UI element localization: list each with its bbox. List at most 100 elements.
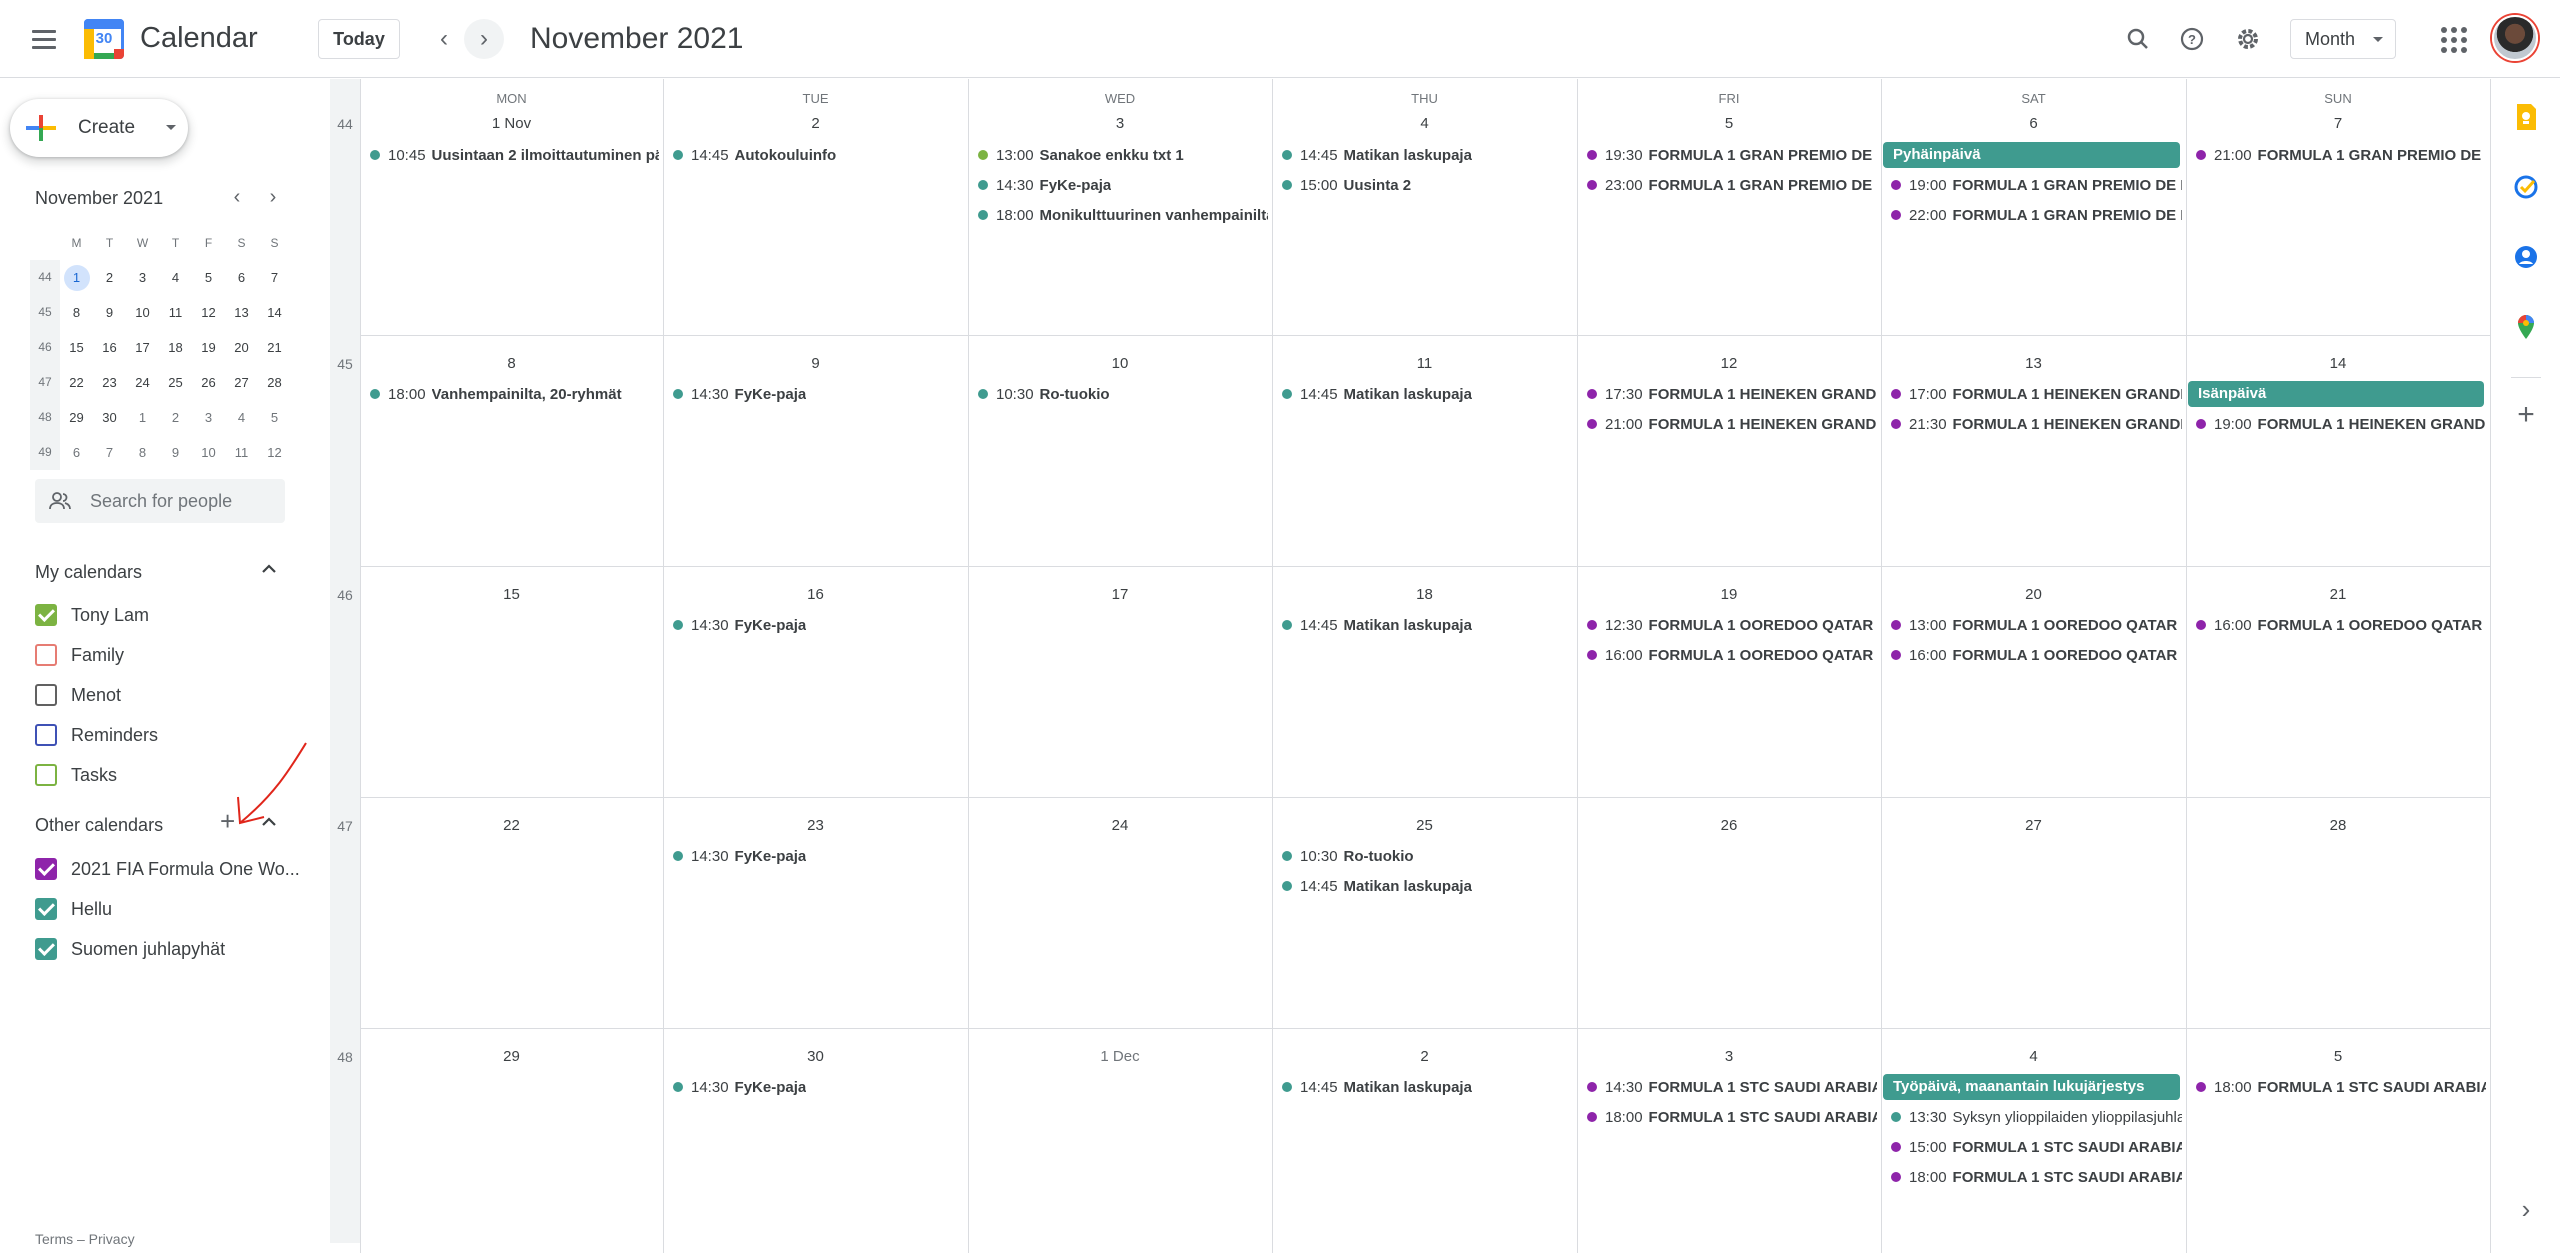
next-month-button[interactable]: › [464, 19, 504, 59]
day-number[interactable]: 4 [1272, 115, 1577, 132]
event-item[interactable]: 17:00 FORMULA 1 HEINEKEN GRANDE PRÊMIO [1891, 381, 2182, 407]
mini-day[interactable]: 26 [192, 375, 225, 390]
app-title[interactable]: Calendar [140, 22, 258, 55]
mini-day[interactable]: 8 [60, 305, 93, 320]
mini-day[interactable]: 15 [60, 340, 93, 355]
mini-day[interactable]: 3 [126, 270, 159, 285]
search-people-input[interactable]: Search for people [35, 479, 285, 523]
event-item[interactable]: 16:00 FORMULA 1 OOREDOO QATAR GRAND PRIX [2196, 612, 2486, 638]
mini-week-number[interactable]: 48 [30, 400, 60, 435]
mini-day[interactable]: 2 [159, 410, 192, 425]
mini-week-number[interactable]: 49 [30, 435, 60, 470]
calendar-item[interactable]: Hellu [35, 895, 112, 923]
chevron-up-icon[interactable] [260, 560, 278, 583]
mini-day[interactable]: 10 [192, 445, 225, 460]
day-number[interactable]: 13 [1881, 355, 2186, 372]
week-number[interactable]: 46 [330, 587, 360, 603]
prev-month-button[interactable]: ‹ [424, 19, 464, 59]
my-calendars-title[interactable]: My calendars [35, 562, 142, 583]
day-number[interactable]: 23 [663, 817, 968, 834]
mini-day[interactable]: 21 [258, 340, 291, 355]
today-button[interactable]: Today [318, 19, 400, 59]
expand-panel-icon[interactable]: › [2508, 1191, 2544, 1227]
menu-icon[interactable] [24, 19, 64, 59]
event-item[interactable]: 14:30 FyKe-paja [673, 843, 964, 869]
day-number[interactable]: 6 [1881, 115, 2186, 132]
mini-day[interactable]: 3 [192, 410, 225, 425]
calendar-item[interactable]: Suomen juhlapyhät [35, 935, 225, 963]
event-item[interactable]: 19:00 FORMULA 1 GRAN PREMIO DE LA CIUDAD [1891, 172, 2182, 198]
event-item[interactable]: 18:00 FORMULA 1 STC SAUDI ARABIAN GRAND P… [1587, 1104, 1877, 1130]
help-icon[interactable]: ? [2172, 19, 2212, 59]
day-number[interactable]: 27 [1881, 817, 2186, 834]
apps-icon[interactable] [2437, 23, 2469, 55]
event-item[interactable]: 14:45 Matikan laskupaja [1282, 142, 1573, 168]
event-item[interactable]: 14:30 FyKe-paja [673, 612, 964, 638]
avatar[interactable] [2492, 15, 2538, 61]
event-item[interactable]: 21:00 FORMULA 1 GRAN PREMIO DE LA CIUDAD [2196, 142, 2486, 168]
mini-day[interactable]: 2 [93, 270, 126, 285]
event-item[interactable]: 22:00 FORMULA 1 GRAN PREMIO DE LA CIUDAD [1891, 202, 2182, 228]
event-item[interactable]: 14:30 FyKe-paja [673, 381, 964, 407]
calendar-checkbox[interactable] [35, 764, 57, 786]
mini-day[interactable]: 1 [126, 410, 159, 425]
day-number[interactable]: 26 [1577, 817, 1881, 834]
day-number[interactable]: 12 [1577, 355, 1881, 372]
mini-week-number[interactable]: 45 [30, 295, 60, 330]
calendar-item[interactable]: Tasks [35, 761, 117, 789]
day-number[interactable]: 1 Dec [968, 1048, 1272, 1065]
calendar-item[interactable]: Menot [35, 681, 121, 709]
maps-icon[interactable] [2508, 309, 2544, 345]
day-number[interactable]: 3 [968, 115, 1272, 132]
day-number[interactable]: 5 [1577, 115, 1881, 132]
mini-day[interactable]: 9 [93, 305, 126, 320]
event-item[interactable]: 14:30 FORMULA 1 STC SAUDI ARABIAN GRAND P… [1587, 1074, 1877, 1100]
day-number[interactable]: 20 [1881, 586, 2186, 603]
create-button[interactable]: Create [10, 99, 188, 157]
day-number[interactable]: 11 [1272, 355, 1577, 372]
calendar-item[interactable]: Reminders [35, 721, 158, 749]
event-item[interactable]: 19:00 FORMULA 1 HEINEKEN GRANDE PRÊMIO [2196, 411, 2486, 437]
day-number[interactable]: 30 [663, 1048, 968, 1065]
mini-prev-button[interactable]: ‹ [222, 182, 252, 212]
day-number[interactable]: 21 [2186, 586, 2490, 603]
mini-day[interactable]: 11 [159, 305, 192, 320]
calendar-checkbox[interactable] [35, 724, 57, 746]
all-day-event[interactable]: Pyhäinpäivä [1883, 142, 2180, 168]
settings-icon[interactable] [2228, 19, 2268, 59]
mini-week-number[interactable]: 44 [30, 260, 60, 295]
mini-day[interactable]: 6 [225, 270, 258, 285]
event-item[interactable]: 21:30 FORMULA 1 HEINEKEN GRANDE PRÊMIO [1891, 411, 2182, 437]
event-item[interactable]: 13:30 Syksyn ylioppilaiden ylioppilasjuhl… [1891, 1104, 2182, 1130]
mini-day[interactable]: 27 [225, 375, 258, 390]
event-item[interactable]: 14:30 FyKe-paja [673, 1074, 964, 1100]
day-number[interactable]: 4 [1881, 1048, 2186, 1065]
event-item[interactable]: 14:45 Matikan laskupaja [1282, 873, 1573, 899]
event-item[interactable]: 14:45 Matikan laskupaja [1282, 612, 1573, 638]
event-item[interactable]: 16:00 FORMULA 1 OOREDOO QATAR GRAND PRIX [1891, 642, 2182, 668]
mini-day[interactable]: 18 [159, 340, 192, 355]
mini-day[interactable]: 14 [258, 305, 291, 320]
day-number[interactable]: 2 [1272, 1048, 1577, 1065]
event-item[interactable]: 18:00 FORMULA 1 STC SAUDI ARABIAN GRAND P… [2196, 1074, 2486, 1100]
calendar-checkbox[interactable] [35, 858, 57, 880]
event-item[interactable]: 13:00 FORMULA 1 OOREDOO QATAR GRAND PRIX [1891, 612, 2182, 638]
mini-day[interactable]: 6 [60, 445, 93, 460]
day-number[interactable]: 17 [968, 586, 1272, 603]
mini-day[interactable]: 4 [159, 270, 192, 285]
mini-day[interactable]: 17 [126, 340, 159, 355]
mini-day[interactable]: 19 [192, 340, 225, 355]
calendar-checkbox[interactable] [35, 938, 57, 960]
event-item[interactable]: 12:30 FORMULA 1 OOREDOO QATAR GRAND PRIX [1587, 612, 1877, 638]
day-number[interactable]: 10 [968, 355, 1272, 372]
mini-next-button[interactable]: › [258, 182, 288, 212]
day-number[interactable]: 8 [360, 355, 663, 372]
view-select[interactable]: Month [2290, 19, 2396, 59]
mini-day[interactable]: 30 [93, 410, 126, 425]
day-number[interactable]: 3 [1577, 1048, 1881, 1065]
mini-day[interactable]: 12 [192, 305, 225, 320]
week-number[interactable]: 44 [330, 116, 360, 132]
day-number[interactable]: 18 [1272, 586, 1577, 603]
event-item[interactable]: 21:00 FORMULA 1 HEINEKEN GRANDE PRÊMIO [1587, 411, 1877, 437]
event-item[interactable]: 15:00 FORMULA 1 STC SAUDI ARABIAN GRAND P… [1891, 1134, 2182, 1160]
